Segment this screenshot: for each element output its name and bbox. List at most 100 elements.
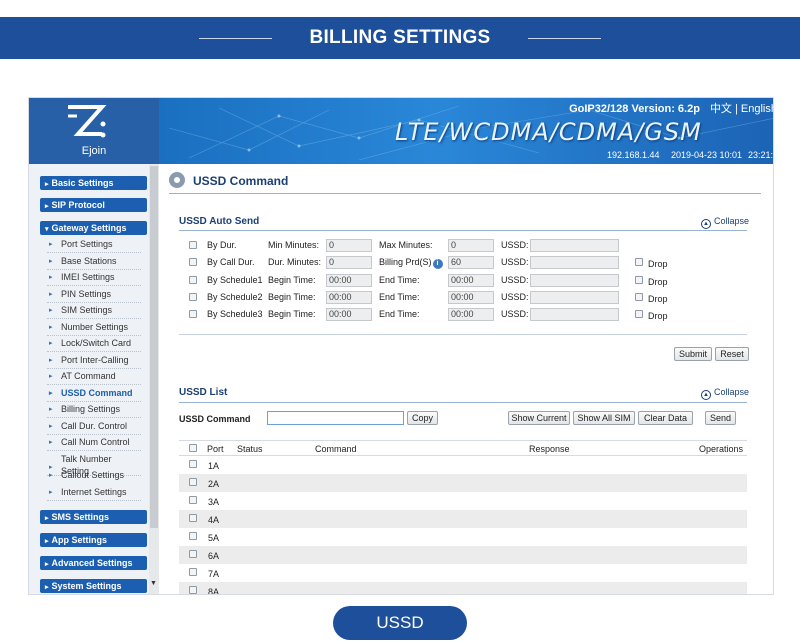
sidebar-item-port-settings[interactable]: ▸ Port Settings xyxy=(47,237,141,253)
ussd-list-collapse[interactable]: ▲ Collapse xyxy=(700,387,749,400)
drop-checkbox[interactable] xyxy=(635,258,643,266)
ussd-input[interactable] xyxy=(530,308,619,321)
table-row[interactable]: 4A xyxy=(179,510,747,528)
row-checkbox[interactable] xyxy=(189,460,197,468)
submit-button[interactable]: Submit xyxy=(674,347,712,361)
ussd-input[interactable] xyxy=(530,256,619,269)
sidebar-item-call-num-control[interactable]: ▸ Call Num Control xyxy=(47,435,141,451)
end-time-input[interactable]: 00:00 xyxy=(448,291,494,304)
end-time-input[interactable]: 00:00 xyxy=(448,274,494,287)
bullet-icon: ▸ xyxy=(49,291,53,298)
table-row[interactable]: 1A xyxy=(179,456,747,474)
sidebar-cat-sip-protocol[interactable]: ▸ SIP Protocol xyxy=(40,198,147,212)
show-current-button[interactable]: Show Current xyxy=(508,411,570,425)
send-button[interactable]: Send xyxy=(705,411,736,425)
ussd-label: USSD: xyxy=(501,240,529,250)
col-operations: Operations xyxy=(699,444,744,454)
banner-title: BILLING SETTINGS xyxy=(309,27,491,48)
row-checkbox[interactable] xyxy=(189,568,197,576)
row-label-2: End Time: xyxy=(379,275,420,285)
sidebar-cat-sms-settings[interactable]: ▸ SMS Settings xyxy=(40,510,147,524)
sidebar-item-billing-settings[interactable]: ▸ Billing Settings xyxy=(47,402,141,418)
sidebar-cat-basic-settings[interactable]: ▸ Basic Settings xyxy=(40,176,147,190)
table-row[interactable]: 5A xyxy=(179,528,747,546)
auto-send-collapse[interactable]: ▲ Collapse xyxy=(700,216,749,229)
max-minutes-input[interactable]: 0 xyxy=(448,239,494,252)
caret-right-icon: ▸ xyxy=(45,203,49,210)
drop-checkbox[interactable] xyxy=(635,310,643,318)
collapse-label: Collapse xyxy=(713,216,749,226)
row-checkbox[interactable] xyxy=(189,478,197,486)
by-call-dur-checkbox[interactable] xyxy=(189,258,197,266)
row-checkbox[interactable] xyxy=(189,532,197,540)
bullet-icon: ▸ xyxy=(49,307,53,314)
dur-minutes-input[interactable]: 0 xyxy=(326,256,372,269)
col-status: Status xyxy=(237,444,263,454)
scroll-down-icon[interactable]: ▼ xyxy=(150,580,157,587)
item-label: Callout Settings xyxy=(61,470,125,480)
begin-time-input[interactable]: 00:00 xyxy=(326,308,372,321)
table-row[interactable]: 3A xyxy=(179,492,747,510)
sidebar-item-base-stations[interactable]: ▸ Base Stations xyxy=(47,254,141,270)
sidebar-cat-app-settings[interactable]: ▸ App Settings xyxy=(40,533,147,547)
sidebar-item-ussd-command[interactable]: ▸ USSD Command xyxy=(47,386,141,402)
begin-time-input[interactable]: 00:00 xyxy=(326,291,372,304)
item-label: Talk Number xyxy=(61,454,112,464)
port-cell: 3A xyxy=(208,497,220,507)
drop-checkbox[interactable] xyxy=(635,293,643,301)
billing-prd-input[interactable]: 60 xyxy=(448,256,494,269)
scrollbar-thumb[interactable] xyxy=(150,166,158,528)
row-checkbox[interactable] xyxy=(189,496,197,504)
schedule3-checkbox[interactable] xyxy=(189,310,197,318)
sidebar-item-callout-settings[interactable]: ▸ Callout Settings xyxy=(47,468,141,484)
row-checkbox[interactable] xyxy=(189,514,197,522)
ussd-input[interactable] xyxy=(530,239,619,252)
sidebar-item-internet-settings[interactable]: ▸ Internet Settings xyxy=(47,485,141,501)
row-checkbox[interactable] xyxy=(189,550,197,558)
col-command: Command xyxy=(315,444,357,454)
item-label: Call Num Control xyxy=(61,437,130,447)
sidebar-item-pin-settings[interactable]: ▸ PIN Settings xyxy=(47,287,141,303)
language-switch[interactable]: 中文 | English xyxy=(710,103,773,115)
end-time-input[interactable]: 00:00 xyxy=(448,308,494,321)
table-row[interactable]: 7A xyxy=(179,564,747,582)
begin-time-input[interactable]: 00:00 xyxy=(326,274,372,287)
drop-label: Drop xyxy=(648,259,668,269)
schedule1-checkbox[interactable] xyxy=(189,276,197,284)
sidebar-item-number-settings[interactable]: ▸ Number Settings xyxy=(47,320,141,336)
copy-button[interactable]: Copy xyxy=(407,411,438,425)
device-uptime: 23:21: xyxy=(748,150,774,160)
schedule2-checkbox[interactable] xyxy=(189,293,197,301)
ussd-input[interactable] xyxy=(530,274,619,287)
ussd-input[interactable] xyxy=(530,291,619,304)
table-row[interactable]: 2A xyxy=(179,474,747,492)
sidebar-item-port-inter-calling[interactable]: ▸ Port Inter-Calling xyxy=(47,353,141,369)
sidebar-item-call-dur-control[interactable]: ▸ Call Dur. Control xyxy=(47,419,141,435)
reset-button[interactable]: Reset xyxy=(715,347,749,361)
show-all-sim-button[interactable]: Show All SIM xyxy=(573,411,635,425)
auto-send-row-by-dur: By Dur. Min Minutes: 0 Max Minutes: 0 US… xyxy=(189,239,759,253)
row-checkbox[interactable] xyxy=(189,586,197,594)
sidebar-cat-advanced-settings[interactable]: ▸ Advanced Settings xyxy=(40,556,147,570)
drop-label: Drop xyxy=(648,311,668,321)
sidebar-cat-gateway-settings[interactable]: ▾ Gateway Settings xyxy=(40,221,147,235)
sidebar-item-imei-settings[interactable]: ▸ IMEI Settings xyxy=(47,270,141,286)
info-icon[interactable]: i xyxy=(432,259,443,269)
drop-checkbox[interactable] xyxy=(635,276,643,284)
min-minutes-input[interactable]: 0 xyxy=(326,239,372,252)
sidebar-scrollbar[interactable]: ▼ xyxy=(149,164,159,594)
table-row[interactable]: 8A xyxy=(179,582,747,594)
sidebar-item-at-command[interactable]: ▸ AT Command xyxy=(47,369,141,385)
ussd-caption-pill: USSD xyxy=(333,606,467,640)
table-row[interactable]: 6A xyxy=(179,546,747,564)
clear-data-button[interactable]: Clear Data xyxy=(638,411,693,425)
cat-label: Gateway Settings xyxy=(51,223,127,233)
select-all-checkbox[interactable] xyxy=(189,444,197,452)
sidebar-item-lock-switch-card[interactable]: ▸ Lock/Switch Card xyxy=(47,336,141,352)
caret-down-icon: ▾ xyxy=(45,226,49,233)
sidebar-item-sim-settings[interactable]: ▸ SIM Settings xyxy=(47,303,141,319)
sidebar-cat-system-settings[interactable]: ▸ System Settings xyxy=(40,579,147,593)
by-dur-checkbox[interactable] xyxy=(189,241,197,249)
port-cell: 5A xyxy=(208,533,220,543)
ussd-command-input[interactable] xyxy=(267,411,404,425)
